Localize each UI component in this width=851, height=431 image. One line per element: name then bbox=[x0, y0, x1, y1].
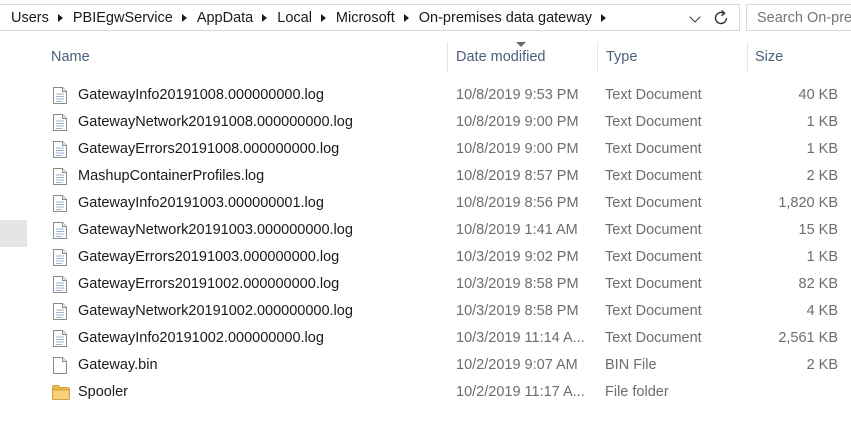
file-type: File folder bbox=[605, 384, 669, 400]
address-toolbar: Users PBIEgwService AppData Local Micros… bbox=[0, 0, 851, 36]
column-header-type[interactable]: Type bbox=[598, 42, 748, 72]
breadcrumb-item-local[interactable]: Local bbox=[276, 10, 313, 26]
file-date-modified: 10/3/2019 8:58 PM bbox=[456, 276, 579, 292]
breadcrumb-item-pbiegwservice[interactable]: PBIEgwService bbox=[72, 10, 174, 26]
blank-file-icon bbox=[53, 352, 71, 379]
breadcrumb-separator-icon[interactable] bbox=[320, 13, 326, 22]
file-name: GatewayErrors20191002.000000000.log bbox=[78, 276, 340, 292]
file-type: Text Document bbox=[605, 168, 702, 184]
column-header: Name Date modified Type Size bbox=[27, 42, 851, 72]
file-name: GatewayErrors20191003.000000000.log bbox=[78, 249, 340, 265]
breadcrumb-separator-icon[interactable] bbox=[601, 13, 607, 22]
text-file-icon bbox=[53, 109, 71, 136]
file-row[interactable]: GatewayInfo20191008.000000000.log 10/8/2… bbox=[27, 82, 851, 109]
file-row[interactable]: GatewayNetwork20191008.000000000.log 10/… bbox=[27, 109, 851, 136]
file-date-modified: 10/8/2019 1:41 AM bbox=[456, 222, 578, 238]
file-row[interactable]: GatewayNetwork20191002.000000000.log 10/… bbox=[27, 298, 851, 325]
file-size: 2 KB bbox=[806, 357, 838, 373]
text-file-icon bbox=[53, 244, 71, 271]
folder-row[interactable]: Spooler 10/2/2019 11:17 A... File folder bbox=[27, 379, 851, 406]
folder-icon bbox=[52, 379, 71, 406]
file-row[interactable]: GatewayErrors20191002.000000000.log 10/3… bbox=[27, 271, 851, 298]
file-date-modified: 10/8/2019 9:00 PM bbox=[456, 114, 579, 130]
file-row[interactable]: GatewayErrors20191003.000000000.log 10/3… bbox=[27, 244, 851, 271]
address-bar[interactable]: Users PBIEgwService AppData Local Micros… bbox=[0, 4, 740, 31]
search-box[interactable] bbox=[746, 4, 851, 31]
file-size: 2,561 KB bbox=[778, 330, 838, 346]
sort-descending-icon bbox=[516, 42, 526, 47]
file-size: 1 KB bbox=[806, 141, 838, 157]
file-size: 2 KB bbox=[806, 168, 838, 184]
file-row[interactable]: GatewayErrors20191008.000000000.log 10/8… bbox=[27, 136, 851, 163]
breadcrumb-item-users[interactable]: Users bbox=[10, 10, 50, 26]
file-date-modified: 10/3/2019 8:58 PM bbox=[456, 303, 579, 319]
breadcrumb: Users PBIEgwService AppData Local Micros… bbox=[10, 5, 615, 30]
file-name: GatewayInfo20191003.000000001.log bbox=[78, 195, 324, 211]
file-type: Text Document bbox=[605, 222, 702, 238]
breadcrumb-item-appdata[interactable]: AppData bbox=[196, 10, 254, 26]
text-file-icon bbox=[53, 298, 71, 325]
file-date-modified: 10/2/2019 11:17 A... bbox=[456, 384, 585, 400]
text-file-icon bbox=[53, 325, 71, 352]
file-type: Text Document bbox=[605, 276, 702, 292]
file-date-modified: 10/3/2019 11:14 A... bbox=[456, 330, 585, 346]
file-name: GatewayErrors20191008.000000000.log bbox=[78, 141, 340, 157]
file-row[interactable]: GatewayInfo20191002.000000000.log 10/3/2… bbox=[27, 325, 851, 352]
text-file-icon bbox=[53, 190, 71, 217]
file-date-modified: 10/8/2019 9:53 PM bbox=[456, 87, 579, 103]
file-type: BIN File bbox=[605, 357, 657, 373]
file-size: 15 KB bbox=[798, 222, 839, 238]
file-name: Gateway.bin bbox=[78, 357, 158, 373]
column-header-size[interactable]: Size bbox=[747, 42, 851, 72]
file-size: 1 KB bbox=[806, 249, 838, 265]
text-file-icon bbox=[53, 163, 71, 190]
file-type: Text Document bbox=[605, 87, 702, 103]
breadcrumb-separator-icon[interactable] bbox=[57, 13, 63, 22]
file-date-modified: 10/8/2019 8:56 PM bbox=[456, 195, 579, 211]
navigation-pane[interactable] bbox=[0, 36, 27, 431]
breadcrumb-separator-icon[interactable] bbox=[262, 13, 268, 22]
breadcrumb-separator-icon[interactable] bbox=[403, 13, 409, 22]
file-name: GatewayNetwork20191008.000000000.log bbox=[78, 114, 353, 130]
breadcrumb-separator-icon[interactable] bbox=[181, 13, 187, 22]
refresh-icon[interactable] bbox=[712, 9, 730, 27]
file-row[interactable]: GatewayNetwork20191003.000000000.log 10/… bbox=[27, 217, 851, 244]
file-date-modified: 10/8/2019 9:00 PM bbox=[456, 141, 579, 157]
file-name: GatewayNetwork20191002.000000000.log bbox=[78, 303, 353, 319]
text-file-icon bbox=[53, 82, 71, 109]
file-name: GatewayInfo20191002.000000000.log bbox=[78, 330, 324, 346]
breadcrumb-item-microsoft[interactable]: Microsoft bbox=[335, 10, 396, 26]
file-date-modified: 10/2/2019 9:07 AM bbox=[456, 357, 578, 373]
text-file-icon bbox=[53, 136, 71, 163]
file-date-modified: 10/8/2019 8:57 PM bbox=[456, 168, 579, 184]
file-date-modified: 10/3/2019 9:02 PM bbox=[456, 249, 579, 265]
file-type: Text Document bbox=[605, 303, 702, 319]
file-size: 40 KB bbox=[798, 87, 839, 103]
column-header-name[interactable]: Name bbox=[43, 42, 448, 72]
search-input[interactable] bbox=[757, 10, 851, 26]
file-type: Text Document bbox=[605, 114, 702, 130]
file-type: Text Document bbox=[605, 195, 702, 211]
file-type: Text Document bbox=[605, 330, 702, 346]
file-row[interactable]: MashupContainerProfiles.log 10/8/2019 8:… bbox=[27, 163, 851, 190]
file-row[interactable]: Gateway.bin 10/2/2019 9:07 AM BIN File 2… bbox=[27, 352, 851, 379]
file-size: 1,820 KB bbox=[778, 195, 838, 211]
file-name: MashupContainerProfiles.log bbox=[78, 168, 265, 184]
file-size: 82 KB bbox=[798, 276, 839, 292]
file-name: GatewayInfo20191008.000000000.log bbox=[78, 87, 324, 103]
file-name: GatewayNetwork20191003.000000000.log bbox=[78, 222, 353, 238]
file-row[interactable]: GatewayInfo20191003.000000001.log 10/8/2… bbox=[27, 190, 851, 217]
nav-selected-item[interactable] bbox=[0, 220, 27, 247]
text-file-icon bbox=[53, 271, 71, 298]
text-file-icon bbox=[53, 217, 71, 244]
file-size: 4 KB bbox=[806, 303, 838, 319]
file-type: Text Document bbox=[605, 141, 702, 157]
breadcrumb-item-gateway[interactable]: On-premises data gateway bbox=[418, 10, 593, 26]
chevron-down-icon[interactable] bbox=[690, 13, 700, 23]
file-type: Text Document bbox=[605, 249, 702, 265]
file-size: 1 KB bbox=[806, 114, 838, 130]
file-name: Spooler bbox=[78, 384, 128, 400]
